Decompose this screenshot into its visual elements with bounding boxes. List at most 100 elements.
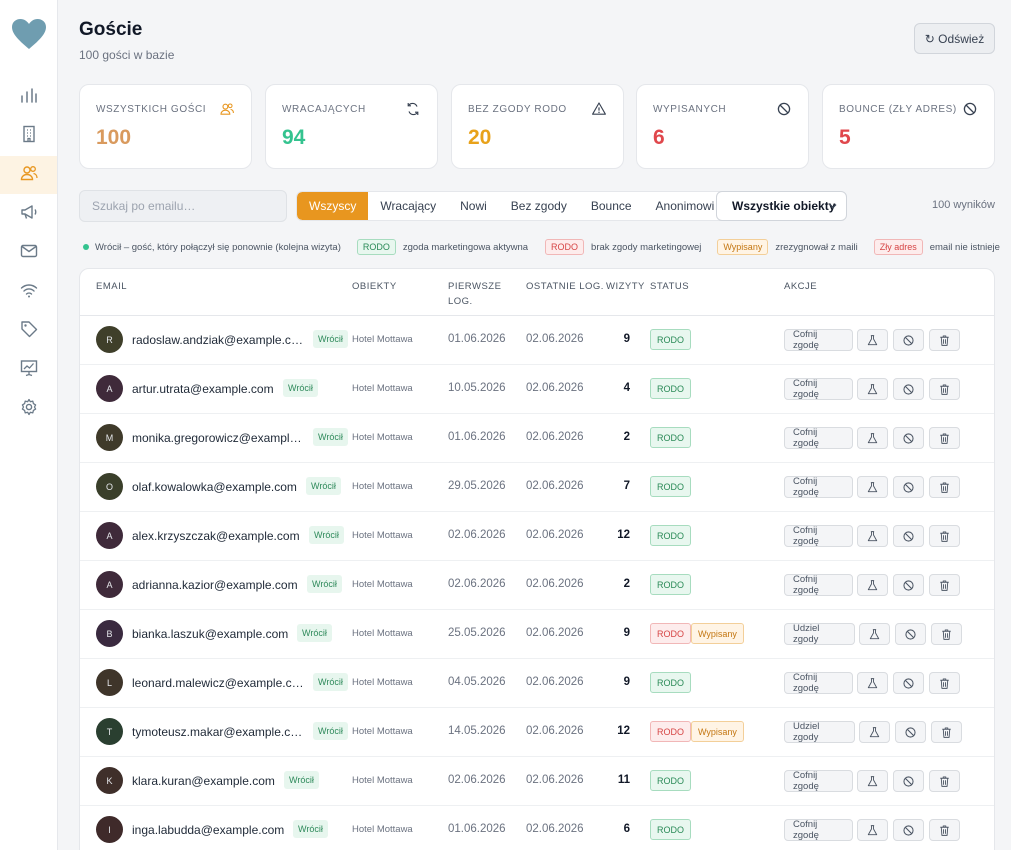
- trash-button[interactable]: [929, 427, 960, 449]
- guest-email[interactable]: bianka.laszuk@example.com: [132, 627, 288, 641]
- guest-email[interactable]: radoslaw.andziak@example.com: [132, 333, 304, 347]
- first-login: 02.06.2026: [448, 774, 506, 786]
- trash-button[interactable]: [929, 329, 960, 351]
- flask-button[interactable]: [857, 329, 888, 351]
- last-login: 02.06.2026: [526, 333, 584, 345]
- consent-button[interactable]: Cofnij zgodę: [784, 819, 853, 841]
- trash-button[interactable]: [929, 525, 960, 547]
- sidebar-item-megaphone[interactable]: [0, 195, 57, 233]
- trash-button[interactable]: [931, 623, 962, 645]
- heart-icon[interactable]: [11, 18, 47, 50]
- trash-button[interactable]: [929, 574, 960, 596]
- sidebar-item-bar-chart[interactable]: [0, 78, 57, 116]
- flask-icon: [868, 726, 881, 739]
- ban-button[interactable]: [895, 721, 926, 743]
- tab-bounce[interactable]: Bounce: [579, 192, 644, 220]
- ban-button[interactable]: [893, 476, 924, 498]
- ban-button[interactable]: [893, 819, 924, 841]
- consent-button[interactable]: Cofnij zgodę: [784, 329, 853, 351]
- tab-wszyscy[interactable]: Wszyscy: [297, 192, 369, 220]
- guest-email[interactable]: tymoteusz.makar@example.com: [132, 725, 304, 739]
- flask-button[interactable]: [857, 574, 888, 596]
- consent-button[interactable]: Cofnij zgodę: [784, 770, 853, 792]
- consent-button[interactable]: Udziel zgody: [784, 623, 855, 645]
- guest-email[interactable]: alex.krzyszczak@example.com: [132, 529, 300, 543]
- guest-email[interactable]: klara.kuran@example.com: [132, 774, 275, 788]
- trash-button[interactable]: [931, 721, 962, 743]
- trash-button[interactable]: [929, 672, 960, 694]
- ban-button[interactable]: [895, 623, 926, 645]
- guest-email[interactable]: monika.gregorowicz@example.com: [132, 431, 304, 445]
- tab-bez-zgody[interactable]: Bez zgody: [499, 192, 579, 220]
- back-badge: Wrócił: [293, 820, 328, 838]
- consent-button[interactable]: Udziel zgody: [784, 721, 855, 743]
- ban-button[interactable]: [893, 378, 924, 400]
- flask-button[interactable]: [859, 623, 890, 645]
- guest-email[interactable]: leonard.malewicz@example.com: [132, 676, 304, 690]
- flask-button[interactable]: [857, 427, 888, 449]
- flask-button[interactable]: [859, 721, 890, 743]
- consent-button[interactable]: Cofnij zgodę: [784, 378, 853, 400]
- trash-icon: [938, 432, 951, 445]
- flask-button[interactable]: [857, 770, 888, 792]
- trash-icon: [938, 530, 951, 543]
- tab-wracający[interactable]: Wracający: [368, 192, 448, 220]
- ban-button[interactable]: [893, 329, 924, 351]
- stat-card: Bounce (zły adres) 5: [822, 84, 995, 169]
- consent-button[interactable]: Cofnij zgodę: [784, 672, 853, 694]
- consent-button[interactable]: Cofnij zgodę: [784, 574, 853, 596]
- sidebar-item-mail[interactable]: [0, 234, 57, 272]
- trash-button[interactable]: [929, 819, 960, 841]
- stat-card: Bez zgody RODO 20: [451, 84, 624, 169]
- guest-object: Hotel Mottawa: [352, 481, 413, 492]
- objects-select[interactable]: Wszystkie obiekty: [716, 191, 847, 221]
- flask-button[interactable]: [857, 672, 888, 694]
- ban-button[interactable]: [893, 525, 924, 547]
- first-login: 14.05.2026: [448, 725, 506, 737]
- sidebar-item-building[interactable]: [0, 117, 57, 155]
- search-input[interactable]: [79, 190, 287, 222]
- mail-icon: [19, 241, 39, 266]
- tab-anonimowi[interactable]: Anonimowi: [644, 192, 727, 220]
- stat-label: Wszystkich gości: [96, 104, 207, 115]
- consent-button[interactable]: Cofnij zgodę: [784, 525, 853, 547]
- back-badge: Wrócił: [284, 771, 319, 789]
- stat-card: Wszystkich gości 100: [79, 84, 252, 169]
- ban-icon: [902, 481, 915, 494]
- sidebar-item-tag[interactable]: [0, 312, 57, 350]
- ban-button[interactable]: [893, 427, 924, 449]
- guest-object: Hotel Mottawa: [352, 530, 413, 541]
- flask-button[interactable]: [857, 378, 888, 400]
- guest-object: Hotel Mottawa: [352, 775, 413, 786]
- flask-button[interactable]: [857, 476, 888, 498]
- sidebar-item-users[interactable]: [0, 156, 57, 194]
- avatar: R: [96, 326, 123, 353]
- tab-nowi[interactable]: Nowi: [448, 192, 499, 220]
- refresh-button[interactable]: ↻ Odśwież: [914, 23, 995, 54]
- visits-count: 2: [623, 578, 630, 590]
- flask-button[interactable]: [857, 525, 888, 547]
- ban-icon: [902, 334, 915, 347]
- sidebar-item-presentation[interactable]: [0, 351, 57, 389]
- refresh-icon: [405, 101, 421, 117]
- guest-email[interactable]: artur.utrata@example.com: [132, 382, 274, 396]
- guest-email[interactable]: olaf.kowalowka@example.com: [132, 480, 297, 494]
- results-count: 100 wyników: [932, 199, 995, 211]
- trash-icon: [940, 628, 953, 641]
- guest-email[interactable]: adrianna.kazior@example.com: [132, 578, 298, 592]
- ban-button[interactable]: [893, 672, 924, 694]
- guest-email[interactable]: inga.labudda@example.com: [132, 823, 284, 837]
- trash-button[interactable]: [929, 476, 960, 498]
- back-badge: Wrócił: [313, 428, 348, 446]
- ban-button[interactable]: [893, 770, 924, 792]
- sidebar-item-wifi[interactable]: [0, 273, 57, 311]
- legend: Wrócił – gość, który połączył się ponown…: [83, 238, 1000, 256]
- ban-button[interactable]: [893, 574, 924, 596]
- trash-button[interactable]: [929, 770, 960, 792]
- sidebar-item-settings[interactable]: [0, 390, 57, 428]
- consent-button[interactable]: Cofnij zgodę: [784, 427, 853, 449]
- consent-button[interactable]: Cofnij zgodę: [784, 476, 853, 498]
- flask-button[interactable]: [857, 819, 888, 841]
- trash-button[interactable]: [929, 378, 960, 400]
- visits-count: 11: [617, 774, 630, 786]
